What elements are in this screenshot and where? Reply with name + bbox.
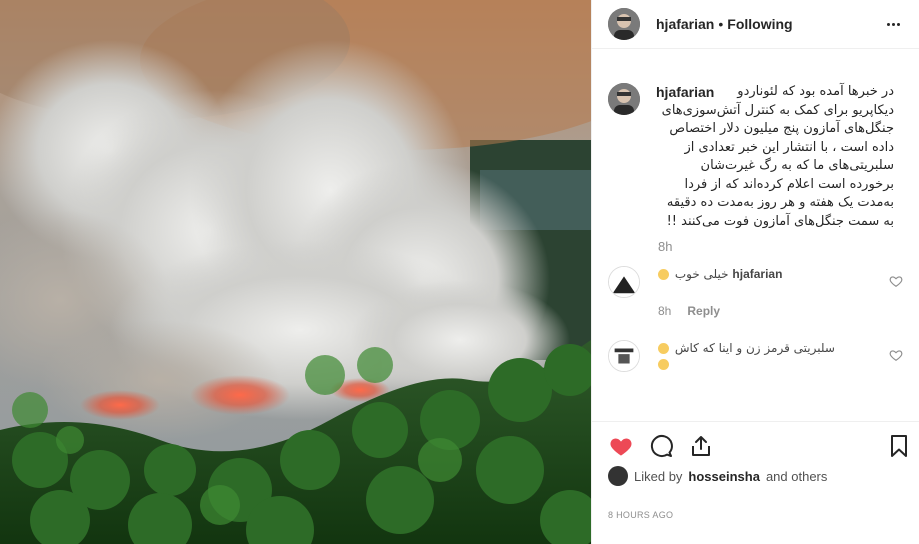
comment-like-heart-icon[interactable] — [889, 274, 903, 288]
caption-body: در خبرها آمده بود که لئوناردو دیکاپریو ب… — [661, 84, 894, 229]
post-image[interactable] — [0, 0, 591, 544]
comment-text: سلبریتی قرمز زن و اینا که کاش — [656, 340, 856, 372]
like-button[interactable] — [608, 433, 634, 459]
post-detail-panel: hjafarian • Following hjafarian در خبرها… — [591, 0, 919, 544]
comment-username[interactable]: hjafarian — [732, 267, 782, 281]
post-action-bar — [592, 421, 919, 469]
caption-time[interactable]: 8h — [658, 239, 903, 254]
share-button[interactable] — [688, 433, 714, 459]
post-caption: hjafarian در خبرها آمده بود که لئوناردو … — [608, 83, 903, 231]
profile-photo-icon — [608, 83, 640, 115]
comment-button[interactable] — [648, 433, 674, 459]
commenter-avatar[interactable] — [608, 340, 640, 372]
comment-body: خیلی خوب — [674, 267, 729, 281]
liker-username[interactable]: hosseinsha — [688, 469, 760, 484]
heart-filled-icon — [610, 438, 632, 455]
liker-avatar[interactable] — [608, 466, 628, 486]
likes-suffix[interactable]: and others — [766, 469, 827, 484]
reply-button[interactable]: Reply — [687, 304, 720, 318]
bookmark-icon — [891, 434, 907, 457]
commenter-avatar[interactable] — [608, 266, 640, 298]
more-dots-icon[interactable] — [883, 14, 903, 34]
emoji-icon — [658, 269, 669, 280]
comment-item: hjafarian خیلی خوب — [608, 266, 903, 298]
post-header: hjafarian • Following — [592, 0, 919, 49]
comment-like-heart-icon[interactable] — [889, 348, 903, 362]
caption-avatar[interactable] — [608, 83, 640, 115]
profile-photo-icon — [608, 8, 640, 40]
share-icon — [692, 435, 710, 456]
comment-body: سلبریتی قرمز زن و اینا که کاش — [674, 341, 835, 355]
emoji-icon — [658, 359, 669, 370]
comment-text: hjafarian خیلی خوب — [656, 266, 856, 298]
header-separator: • — [718, 16, 724, 32]
forest-fire-photo — [0, 0, 591, 544]
save-button[interactable] — [886, 433, 912, 459]
comment-item: سلبریتی قرمز زن و اینا که کاش — [608, 340, 903, 372]
profile-photo-icon — [609, 267, 639, 297]
author-username[interactable]: hjafarian — [656, 16, 714, 32]
comment-meta: 8h Reply — [658, 304, 903, 318]
follow-status-button[interactable]: Following — [727, 16, 792, 32]
comments-section: hjafarian در خبرها آمده بود که لئوناردو … — [592, 60, 919, 420]
post-timestamp[interactable]: 8 HOURS AGO — [608, 510, 673, 520]
caption-text: hjafarian در خبرها آمده بود که لئوناردو … — [656, 83, 894, 231]
likes-prefix: Liked by — [634, 468, 683, 484]
caption-username[interactable]: hjafarian — [656, 83, 714, 102]
comment-time[interactable]: 8h — [658, 304, 671, 318]
emoji-icon — [658, 343, 669, 354]
author-avatar[interactable] — [608, 8, 640, 40]
profile-photo-icon — [609, 341, 639, 371]
likes-summary[interactable]: Liked by hosseinsha and others — [608, 466, 903, 486]
comment-icon — [650, 434, 673, 457]
